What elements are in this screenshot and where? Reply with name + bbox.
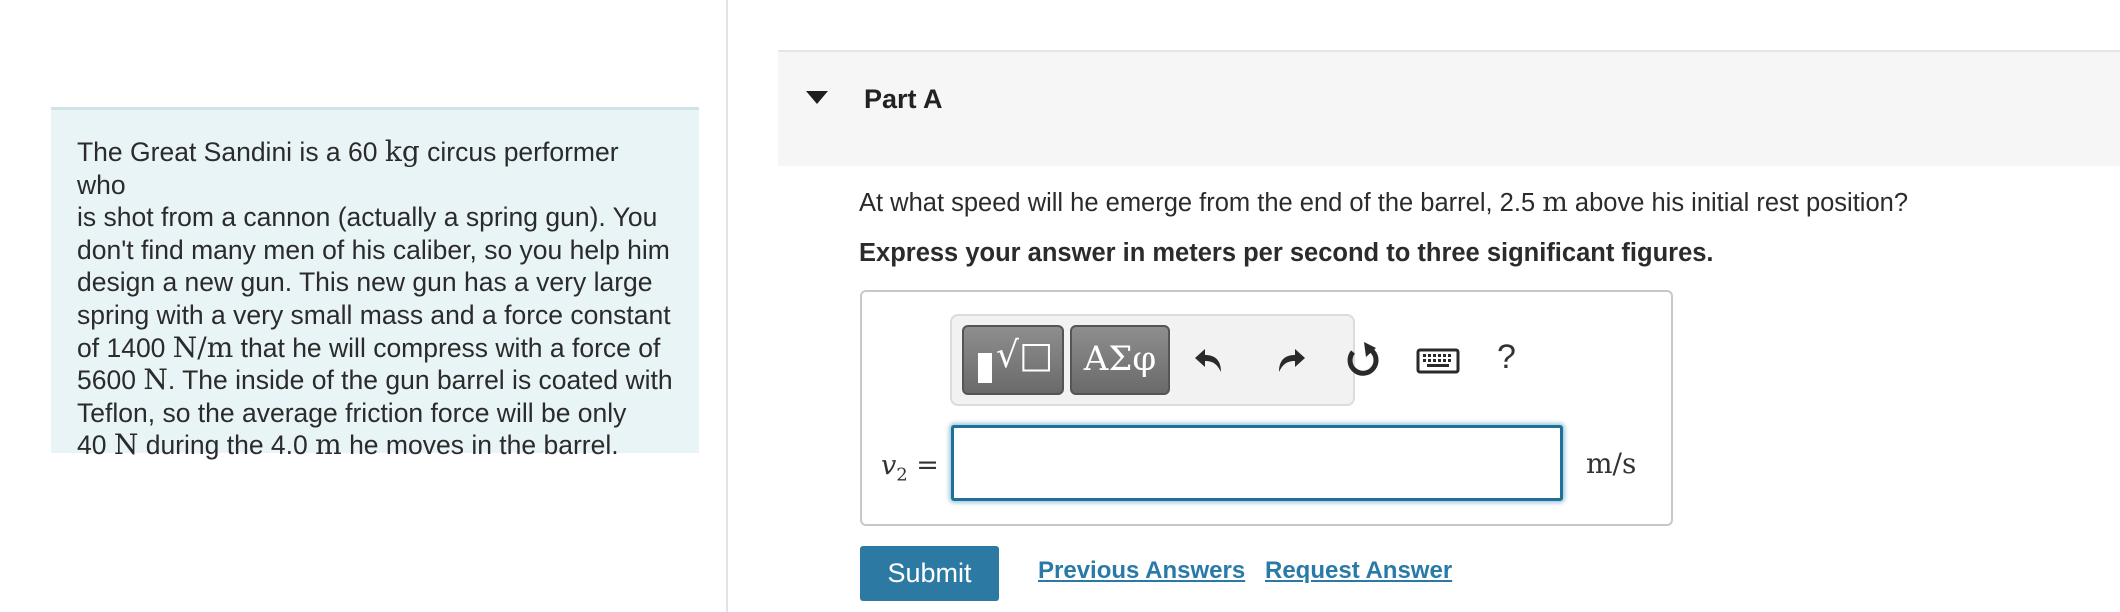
- reset-icon[interactable]: [1340, 338, 1384, 382]
- column-divider: [726, 0, 728, 612]
- problem-line: of 1400 N/m that he will compress with a…: [77, 330, 661, 364]
- problem-line: is shot from a cannon (actually a spring…: [77, 202, 658, 233]
- problem-line: 40 N during the 4.0 m he moves in the ba…: [77, 428, 619, 462]
- problem-line: The Great Sandini is a 60 kg circus perf…: [77, 135, 619, 200]
- question-text: At what speed will he emerge from the en…: [859, 187, 1909, 218]
- answer-instruction: Express your answer in meters per second…: [859, 239, 1714, 267]
- symbols-label: ΑΣφ: [1083, 339, 1157, 379]
- problem-statement: The Great Sandini is a 60 kg circus perf…: [51, 107, 699, 461]
- problem-line: 5600 N. The inside of the gun barrel is …: [77, 363, 673, 397]
- templates-icon: [978, 353, 992, 383]
- undo-icon[interactable]: [1191, 338, 1235, 382]
- redo-icon[interactable]: [1265, 338, 1309, 382]
- answer-input[interactable]: [951, 425, 1563, 501]
- problem-line: spring with a very small mass and a forc…: [77, 299, 671, 330]
- radical-icon: √□: [996, 335, 1053, 376]
- request-answer-link[interactable]: Request Answer: [1265, 557, 1452, 585]
- problem-line: design a new gun. This new gun has a ver…: [77, 267, 653, 298]
- part-header[interactable]: [778, 50, 2120, 166]
- part-title: Part A: [864, 84, 943, 114]
- keyboard-icon[interactable]: [1415, 338, 1461, 382]
- submit-button[interactable]: Submit: [860, 546, 999, 601]
- previous-answers-link[interactable]: Previous Answers: [1038, 557, 1245, 585]
- templates-button[interactable]: √□: [962, 325, 1064, 395]
- help-icon[interactable]: ?: [1497, 338, 1516, 377]
- problem-line: don't find many men of his caliber, so y…: [77, 234, 670, 265]
- collapse-caret-icon[interactable]: [806, 91, 828, 104]
- symbols-button[interactable]: ΑΣφ: [1070, 325, 1170, 395]
- answer-variable-label: v2 =: [881, 450, 939, 486]
- problem-line: Teflon, so the average friction force wi…: [77, 397, 627, 428]
- answer-unit: m/s: [1586, 447, 1637, 480]
